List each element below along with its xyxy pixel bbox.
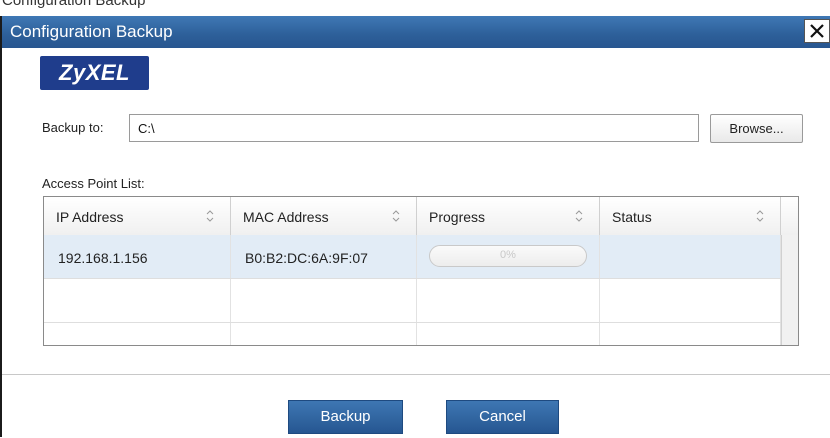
dialog-footer: [2, 374, 830, 438]
table-row-empty: [44, 323, 781, 345]
caption-text: Configuration Backup: [2, 0, 146, 9]
column-header-progress[interactable]: Progress: [417, 197, 600, 235]
configuration-backup-dialog: Configuration Backup ZyXEL Backup to: Br…: [0, 16, 830, 438]
sort-icon: [206, 210, 214, 222]
logo-text: ZyXEL: [59, 60, 130, 85]
empty-cell: [231, 279, 417, 322]
status-cell: [600, 235, 781, 278]
empty-cell: [44, 279, 231, 322]
close-icon: [810, 24, 824, 38]
sort-icon: [392, 210, 400, 222]
progress-bar: 0%: [429, 245, 587, 267]
document-caption-fragment: Configuration Backup: [0, 0, 830, 16]
browse-button[interactable]: Browse...: [710, 114, 803, 143]
table-row[interactable]: 192.168.1.156 B0:B2:DC:6A:9F:07 0%: [44, 235, 781, 279]
backup-path-input[interactable]: [129, 114, 699, 142]
sort-icon: [756, 210, 764, 222]
dialog-title: Configuration Backup: [10, 22, 173, 41]
zyxel-logo: ZyXEL: [40, 56, 149, 90]
table-header: IP Address MAC Address Progress Status: [44, 197, 798, 236]
vertical-scrollbar[interactable]: [781, 235, 798, 345]
column-header-status[interactable]: Status: [600, 197, 781, 235]
progress-cell: 0%: [417, 235, 600, 278]
access-point-list-label: Access Point List:: [42, 176, 145, 191]
column-header-ip-address[interactable]: IP Address: [44, 197, 231, 235]
empty-cell: [417, 279, 600, 322]
title-bar: Configuration Backup: [2, 16, 830, 48]
empty-cell: [600, 323, 781, 345]
backup-to-label: Backup to:: [42, 120, 104, 135]
sort-icon: [575, 210, 583, 222]
table-row-empty: [44, 279, 781, 323]
empty-cell: [231, 323, 417, 345]
empty-cell: [44, 323, 231, 345]
ip-address-cell: 192.168.1.156: [44, 235, 231, 278]
empty-cell: [417, 323, 600, 345]
progress-percent: 0%: [500, 249, 516, 261]
cancel-button[interactable]: Cancel: [446, 400, 559, 434]
empty-cell: [600, 279, 781, 322]
column-header-mac-address[interactable]: MAC Address: [231, 197, 417, 235]
mac-address-cell: B0:B2:DC:6A:9F:07: [231, 235, 417, 278]
access-point-table: IP Address MAC Address Progress Status 1…: [43, 196, 799, 346]
backup-button[interactable]: Backup: [288, 400, 403, 434]
close-button[interactable]: [804, 19, 830, 43]
